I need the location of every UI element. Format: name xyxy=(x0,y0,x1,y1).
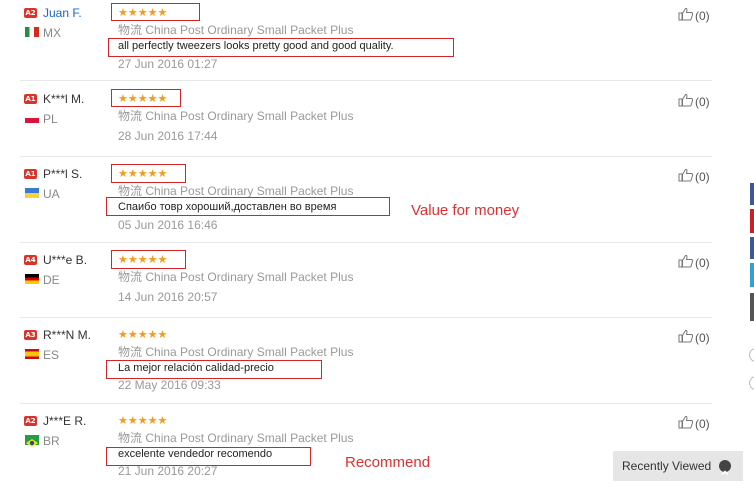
thumbs-up-icon xyxy=(678,254,695,271)
share-pinterest-icon[interactable] xyxy=(750,209,754,233)
feedback-highlight-box xyxy=(106,360,322,379)
feedback-date: 21 Jun 2016 20:27 xyxy=(118,464,218,478)
thumbs-up-icon xyxy=(678,168,695,185)
shipping-logistics-label: 物流 xyxy=(118,270,143,284)
thumbs-up-icon xyxy=(678,93,695,110)
rating-highlight-box xyxy=(111,250,186,269)
helpful-button[interactable]: (0) xyxy=(678,329,710,346)
buyer-level-badge: A2 xyxy=(24,416,37,426)
buyer-level-badge: A1 xyxy=(24,94,37,104)
side-scroll-down-icon[interactable] xyxy=(749,376,754,390)
share-vk-icon[interactable] xyxy=(750,237,754,259)
buyer-name: P***l S. xyxy=(43,167,83,181)
buyer-level-badge: A4 xyxy=(24,255,37,265)
buyer-name[interactable]: Juan F. xyxy=(43,6,82,20)
helpful-button[interactable]: (0) xyxy=(678,254,710,271)
thumbs-up-icon xyxy=(678,415,695,432)
country-flag-icon xyxy=(25,349,39,359)
helpful-count: (0) xyxy=(695,8,710,23)
helpful-count: (0) xyxy=(695,330,710,345)
buyer-name: J***E R. xyxy=(43,414,87,428)
shipping-logistics-label: 物流 xyxy=(118,23,143,37)
rating-highlight-box xyxy=(111,3,200,21)
review-divider xyxy=(20,80,712,81)
shipping-method-name: China Post Ordinary Small Packet Plus xyxy=(145,270,354,284)
country-flag-icon xyxy=(25,274,39,284)
country-flag-icon xyxy=(25,113,39,123)
review-divider xyxy=(20,403,712,404)
feedback-highlight-box xyxy=(108,38,454,57)
star-rating: ★★★★★ xyxy=(118,328,168,341)
shipping-logistics-label: 物流 xyxy=(118,431,143,445)
shipping-method: 物流 China Post Ordinary Small Packet Plus xyxy=(118,268,353,285)
share-twitter-icon[interactable] xyxy=(750,263,754,287)
helpful-button[interactable]: (0) xyxy=(678,93,710,110)
helpful-count: (0) xyxy=(695,169,710,184)
country-flag-icon xyxy=(25,188,39,198)
buyer-level-badge: A2 xyxy=(24,8,37,18)
helpful-count: (0) xyxy=(695,94,710,109)
shipping-method: 物流 China Post Ordinary Small Packet Plus xyxy=(118,343,353,360)
helpful-button[interactable]: (0) xyxy=(678,168,710,185)
rating-highlight-box xyxy=(111,164,186,183)
shipping-method-name: China Post Ordinary Small Packet Plus xyxy=(145,109,354,123)
buyer-level-badge: A3 xyxy=(24,330,37,340)
buyer-name: R***N M. xyxy=(43,328,92,342)
feedback-date: 14 Jun 2016 20:57 xyxy=(118,290,218,304)
shipping-method-name: China Post Ordinary Small Packet Plus xyxy=(145,431,354,445)
review-divider xyxy=(20,156,712,157)
buyer-country: DE xyxy=(43,273,60,287)
feedback-date: 22 May 2016 09:33 xyxy=(118,378,221,392)
feedback-date: 05 Jun 2016 16:46 xyxy=(118,218,218,232)
chevron-up-icon xyxy=(719,460,731,476)
recently-viewed-label: Recently Viewed xyxy=(622,459,712,473)
thumbs-up-icon xyxy=(678,329,695,346)
feedback-highlight-box xyxy=(106,197,390,216)
feedback-date: 27 Jun 2016 01:27 xyxy=(118,57,218,71)
shipping-method: 物流 China Post Ordinary Small Packet Plus xyxy=(118,429,353,446)
review-divider xyxy=(20,317,712,318)
share-more-icon[interactable] xyxy=(750,293,754,321)
shipping-logistics-label: 物流 xyxy=(118,184,143,198)
country-flag-icon xyxy=(25,27,39,37)
buyer-level-badge: A1 xyxy=(24,169,37,179)
shipping-method-name: China Post Ordinary Small Packet Plus xyxy=(145,184,354,198)
shipping-method-name: China Post Ordinary Small Packet Plus xyxy=(145,345,354,359)
helpful-count: (0) xyxy=(695,255,710,270)
shipping-method-name: China Post Ordinary Small Packet Plus xyxy=(145,23,354,37)
buyer-country: ES xyxy=(43,348,60,362)
shipping-logistics-label: 物流 xyxy=(118,109,143,123)
buyer-country: MX xyxy=(43,26,61,40)
helpful-button[interactable]: (0) xyxy=(678,7,710,24)
buyer-country: BR xyxy=(43,434,60,448)
buyer-country: PL xyxy=(43,112,58,126)
shipping-method: 物流 China Post Ordinary Small Packet Plus xyxy=(118,21,353,38)
thumbs-up-icon xyxy=(678,7,695,24)
annotation-value-for-money: Value for money xyxy=(411,202,520,219)
rating-highlight-box xyxy=(111,89,181,107)
feedback-date: 28 Jun 2016 17:44 xyxy=(118,129,218,143)
shipping-logistics-label: 物流 xyxy=(118,345,143,359)
review-divider xyxy=(20,242,712,243)
side-scroll-up-icon[interactable] xyxy=(749,348,754,362)
buyer-country: UA xyxy=(43,187,60,201)
feedback-highlight-box xyxy=(106,447,311,466)
recently-viewed-button[interactable]: Recently Viewed xyxy=(613,451,743,481)
star-rating: ★★★★★ xyxy=(118,414,168,427)
shipping-method: 物流 China Post Ordinary Small Packet Plus xyxy=(118,107,353,124)
helpful-count: (0) xyxy=(695,416,710,431)
share-facebook-icon[interactable] xyxy=(750,183,754,205)
buyer-name: K***l M. xyxy=(43,92,85,106)
annotation-recommend: Recommend xyxy=(345,454,431,471)
buyer-name: U***e B. xyxy=(43,253,88,267)
country-flag-icon xyxy=(25,435,39,447)
helpful-button[interactable]: (0) xyxy=(678,415,710,432)
